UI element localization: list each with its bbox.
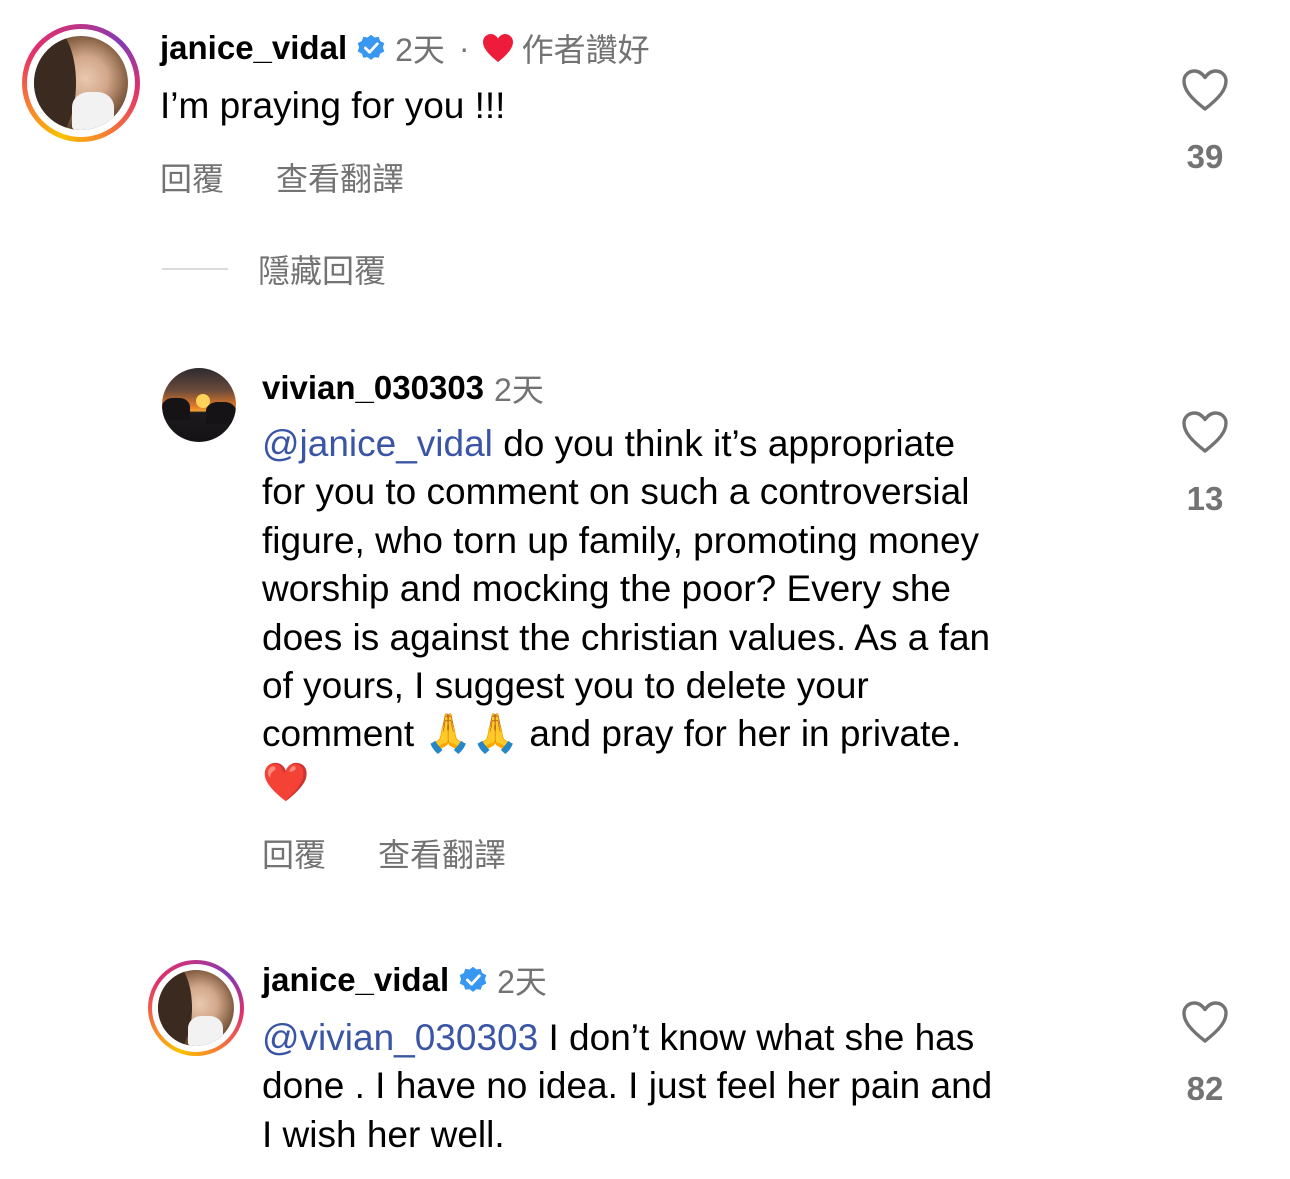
- verified-badge-icon: [459, 966, 487, 992]
- comment-time: 2天: [497, 964, 547, 1000]
- avatar[interactable]: [162, 368, 236, 442]
- like-heart-icon[interactable]: [1181, 68, 1229, 112]
- comment-time: 2天: [395, 32, 445, 68]
- like-control: 82: [1160, 1000, 1250, 1108]
- username[interactable]: janice_vidal: [160, 29, 347, 67]
- reply-button[interactable]: 回覆: [160, 154, 224, 200]
- like-control: 39: [1160, 68, 1250, 176]
- comment-text-line: for you to comment on such a controversi…: [262, 471, 970, 513]
- like-count: 82: [1186, 1070, 1224, 1107]
- comment-text-line: I wish her well.: [262, 1113, 505, 1155]
- comment-text-line: ❤️: [262, 759, 990, 807]
- reply-button[interactable]: 回覆: [262, 830, 326, 876]
- meta-separator: ·: [458, 29, 470, 66]
- text-fragment: do you think it’s appropriate: [492, 423, 956, 464]
- username[interactable]: janice_vidal: [262, 961, 449, 999]
- comment-time: 2天: [494, 372, 544, 408]
- comment-text-line: worship and mocking the poor? Every she: [262, 568, 951, 610]
- comment-text-line: comment 🙏🙏 and pray for her in private.: [262, 710, 990, 758]
- username[interactable]: vivian_030303: [262, 369, 484, 407]
- story-ring-avatar[interactable]: [148, 960, 244, 1056]
- comment-text-line: @janice_vidal do you think it’s appropri…: [262, 420, 990, 468]
- see-translation-button[interactable]: 查看翻譯: [276, 154, 404, 200]
- hide-replies-button[interactable]: 隱藏回覆: [162, 246, 386, 292]
- text-fragment: I don’t know what she has: [538, 1017, 975, 1058]
- comment-text: I’m praying for you !!!: [160, 82, 505, 130]
- like-heart-icon[interactable]: [1181, 1000, 1229, 1044]
- mention-link[interactable]: @vivian_030303: [262, 1017, 538, 1058]
- text-fragment: comment: [262, 713, 415, 755]
- comment-text-line: done . I have no idea. I just feel her p…: [262, 1065, 993, 1107]
- like-count: 13: [1186, 480, 1224, 517]
- avatar: [158, 970, 234, 1046]
- story-ring-avatar[interactable]: [22, 24, 140, 142]
- mention-link[interactable]: @janice_vidal: [262, 423, 493, 464]
- comment-text-line: @vivian_030303 I don’t know what she has: [262, 1014, 992, 1062]
- comment-text-line: I’m praying for you !!!: [160, 85, 506, 126]
- like-control: 13: [1160, 410, 1250, 518]
- author-liked-label: 作者讚好: [521, 32, 650, 68]
- text-fragment: and pray for her in private.: [519, 713, 962, 755]
- see-translation-button[interactable]: 查看翻譯: [378, 830, 506, 876]
- divider: [162, 268, 228, 270]
- comment-text: @vivian_030303 I don’t know what she has…: [262, 1014, 992, 1159]
- comment-text-line: does is against the christian values. As…: [262, 616, 991, 658]
- comment-text: @janice_vidal do you think it’s appropri…: [262, 420, 990, 807]
- hide-replies-label: 隱藏回覆: [258, 253, 387, 289]
- comment-text-line: figure, who torn up family, promoting mo…: [262, 519, 980, 561]
- author-liked-heart-icon: [482, 34, 513, 62]
- like-heart-icon[interactable]: [1181, 410, 1229, 454]
- red-heart-emoji: ❤️: [262, 761, 310, 804]
- verified-badge-icon: [357, 34, 385, 60]
- avatar: [34, 36, 128, 130]
- comment-text-line: of yours, I suggest you to delete your: [262, 665, 869, 707]
- like-count: 39: [1186, 138, 1224, 175]
- pray-emoji: 🙏🙏: [424, 713, 520, 756]
